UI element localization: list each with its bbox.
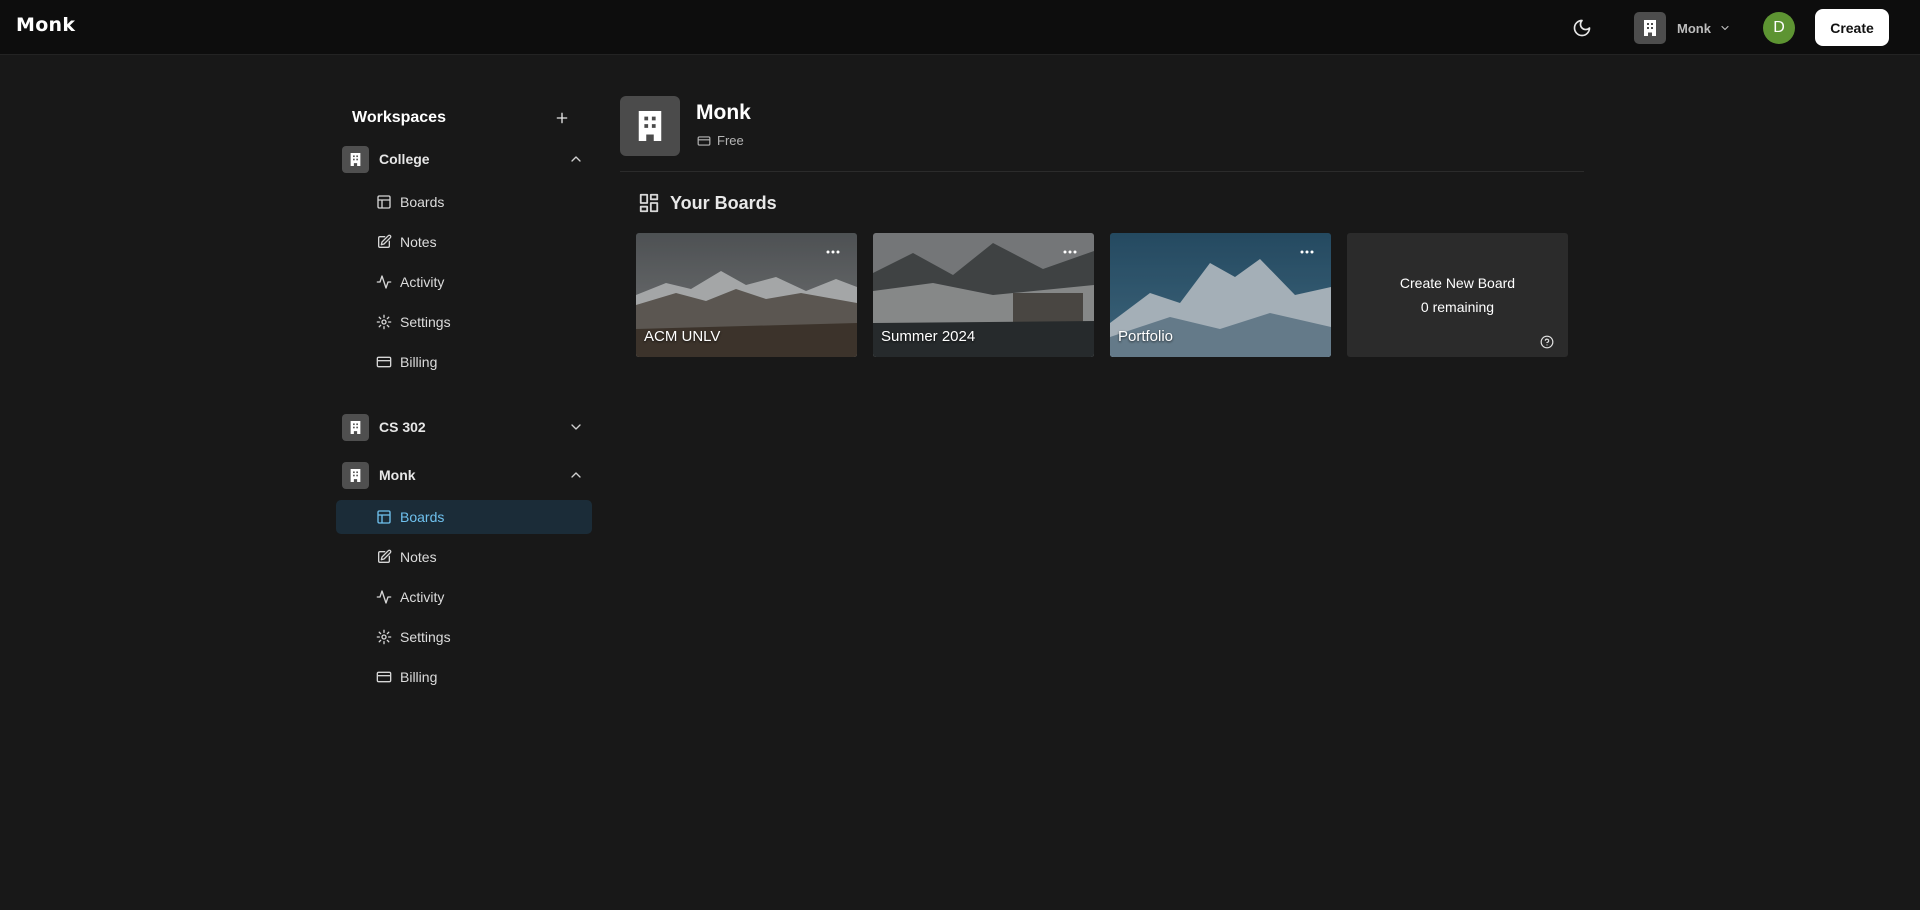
boards-title: Your Boards [670,192,777,213]
sidebar-item-label: Notes [400,234,437,250]
board-title: Portfolio [1118,328,1174,345]
sidebar-item-college-billing[interactable]: Billing [336,345,592,379]
sidebar-item-college-activity[interactable]: Activity [336,265,592,299]
more-options-icon[interactable] [1060,247,1080,257]
gear-icon [376,629,392,645]
sidebar-item-college-boards[interactable]: Boards [336,185,592,219]
workspace-monk[interactable]: Monk [342,460,592,490]
board-card-portfolio[interactable]: Portfolio [1110,233,1331,357]
workspace-name: College [379,151,430,167]
app-logo[interactable]: Monk [16,14,75,36]
board-card-acm-unlv[interactable]: ACM UNLV [636,233,857,357]
workspace-cs-302[interactable]: CS 302 [342,412,592,442]
boards-heading: Your Boards [638,192,777,214]
create-button[interactable]: Create [1815,9,1889,46]
sidebar-item-label: Boards [400,194,445,210]
sidebar-item-monk-boards[interactable]: Boards [336,500,592,534]
board-title: Summer 2024 [881,328,976,345]
credit-card-icon [376,354,392,370]
sidebar-item-label: Notes [400,549,437,565]
sidebar-item-label: Billing [400,669,438,685]
building-icon [342,461,369,489]
create-new-board-title: Create New Board [1399,275,1516,291]
layout-icon [376,194,392,210]
sidebar-item-college-notes[interactable]: Notes [336,225,592,259]
chevron-down-icon [1719,22,1731,34]
moon-icon [1573,19,1591,37]
help-circle-icon[interactable] [1540,335,1554,349]
boards-remaining-count: 0 remaining [1420,299,1495,315]
workspace-name: Monk [379,467,416,483]
sidebar-item-monk-activity[interactable]: Activity [336,580,592,614]
sidebar-item-monk-settings[interactable]: Settings [336,620,592,654]
layout-icon [376,509,392,525]
workspace-college[interactable]: College [342,144,592,174]
sidebar-item-label: Settings [400,629,451,645]
note-edit-icon [376,549,392,565]
credit-card-icon [376,669,392,685]
plan-label: Free [717,133,744,148]
sidebar-item-label: Activity [400,589,445,605]
create-new-board-card[interactable]: Create New Board 0 remaining [1347,233,1568,357]
org-title: Monk [696,101,751,124]
theme-toggle-button[interactable] [1570,16,1594,40]
building-icon [342,413,369,441]
note-edit-icon [376,234,392,250]
org-switcher-name: Monk [1677,20,1711,36]
add-workspace-button[interactable] [552,108,572,128]
sidebar-item-college-settings[interactable]: Settings [336,305,592,339]
more-options-icon[interactable] [1297,247,1317,257]
building-icon [342,145,369,173]
sidebar-item-label: Billing [400,354,438,370]
building-icon [1634,12,1666,44]
chevron-up-icon [568,151,584,167]
workspaces-title: Workspaces [352,109,446,126]
sidebar-item-label: Boards [400,509,445,525]
building-icon [620,96,680,156]
sidebar-item-label: Settings [400,314,451,330]
dashboard-icon [638,192,660,214]
activity-icon [376,589,392,605]
board-card-summer-2024[interactable]: Summer 2024 [873,233,1094,357]
plus-icon [556,112,568,124]
more-options-icon[interactable] [823,247,843,257]
workspaces-header: Workspaces [352,106,584,130]
workspace-name: CS 302 [379,419,426,435]
sidebar-item-monk-billing[interactable]: Billing [336,660,592,694]
board-title: ACM UNLV [644,328,721,345]
org-switcher[interactable]: Monk [1634,12,1731,44]
user-avatar[interactable]: D [1763,12,1795,44]
gear-icon [376,314,392,330]
sidebar-item-monk-notes[interactable]: Notes [336,540,592,574]
chevron-down-icon [568,419,584,435]
chevron-up-icon [568,467,584,483]
plan-badge: Free [697,133,744,148]
activity-icon [376,274,392,290]
top-bar: Monk Monk D Create [0,0,1920,55]
credit-card-icon [697,134,711,148]
org-header: Monk Free [620,96,1584,172]
sidebar-item-label: Activity [400,274,445,290]
